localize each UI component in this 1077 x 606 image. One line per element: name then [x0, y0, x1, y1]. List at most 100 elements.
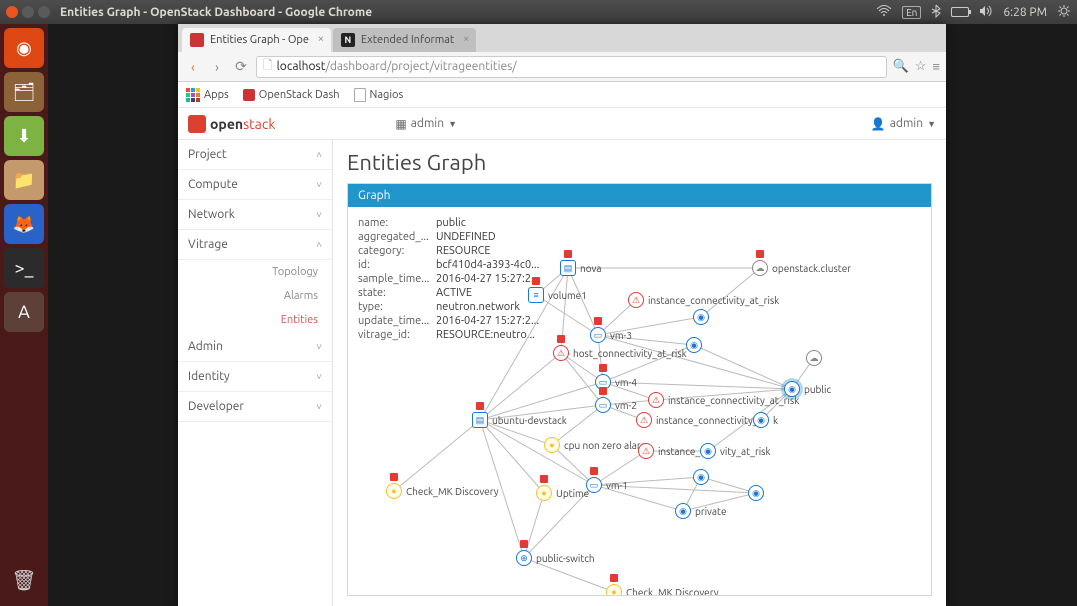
graph-node[interactable]: ☁ — [806, 350, 822, 366]
launcher-app-icon[interactable]: A — [4, 292, 44, 332]
graph-node[interactable]: ▤ubuntu-devstack — [472, 412, 567, 428]
chrome-menu-icon[interactable]: ≡ — [932, 59, 940, 74]
bluetooth-icon[interactable] — [931, 4, 941, 21]
wifi-icon[interactable] — [876, 5, 892, 20]
launcher-app-icon[interactable]: 📁 — [4, 160, 44, 200]
graph-node[interactable]: ⚠instance_connectivity_at_risk — [628, 292, 779, 308]
sidebar-section-label: Vitrage — [188, 238, 228, 251]
graph-node[interactable]: ⚠instance_connectivity_e — [636, 412, 763, 428]
battery-icon[interactable] — [951, 7, 969, 17]
sidebar-section[interactable]: Vitrage˄ — [178, 230, 332, 260]
browser-tab[interactable]: Entities Graph - Ope × — [182, 28, 331, 52]
alert-badge-icon — [557, 335, 565, 343]
graph-panel: Graph name:publicaggregated_...UNDEFINED… — [347, 183, 932, 596]
sidebar-item[interactable]: Entities — [178, 308, 332, 332]
graph-node[interactable]: ◉vity_at_risk — [700, 443, 771, 459]
alert-badge-icon — [599, 387, 607, 395]
graph-node[interactable]: ◉private — [675, 503, 727, 519]
launcher-app-icon[interactable]: ⬇ — [4, 116, 44, 156]
apps-label: Apps — [204, 89, 229, 101]
graph-node[interactable]: ●cpu non zero alarm — [544, 437, 649, 453]
ubuntu-launcher: ◉ 🗂 ⬇ 📁 🦊 >_ A 🗑 — [0, 24, 48, 606]
sidebar-section[interactable]: Identity˅ — [178, 362, 332, 392]
graph-node[interactable]: ⚠instance_connectivity_at_risk — [648, 392, 799, 408]
reload-button[interactable]: ⟳ — [232, 58, 250, 76]
window-maximize-icon[interactable] — [38, 6, 50, 18]
graph-node[interactable]: ◉ — [693, 469, 709, 485]
sidebar-item[interactable]: Topology — [178, 260, 332, 284]
user-menu[interactable]: 👤 admin ▼ — [871, 117, 936, 131]
launcher-terminal-icon[interactable]: >_ — [4, 248, 44, 288]
graph-node[interactable]: ●Uptime — [536, 485, 589, 501]
chrome-window: Entities Graph - Ope × N Extended Inform… — [178, 24, 946, 606]
launcher-files-icon[interactable]: 🗂 — [4, 72, 44, 112]
volume-icon[interactable] — [979, 5, 993, 20]
bookmark-item[interactable]: OpenStack Dash — [243, 89, 340, 101]
graph-node[interactable]: ◉public — [784, 381, 831, 397]
node-label: openstack.cluster — [772, 263, 851, 274]
node-alarm-icon: ⚠ — [638, 443, 654, 459]
openstack-logo[interactable]: openstack — [188, 115, 275, 133]
graph-node[interactable]: ▭vm-2 — [595, 397, 637, 413]
window-minimize-icon[interactable] — [22, 6, 34, 18]
browser-tab[interactable]: N Extended Informat × — [333, 28, 476, 52]
sidebar-item[interactable]: Alarms — [178, 284, 332, 308]
entities-graph[interactable]: ▤nova☁openstack.cluster≡volume1⚠instance… — [348, 207, 931, 595]
graph-node[interactable]: ◉k — [753, 412, 778, 428]
tab-title: Entities Graph - Ope — [210, 34, 309, 46]
graph-node[interactable]: ◉ — [686, 337, 702, 353]
graph-node[interactable]: ●Check_MK Discovery — [386, 483, 499, 499]
node-label: vm-4 — [615, 377, 637, 388]
keyboard-lang-indicator[interactable]: En — [902, 6, 921, 19]
graph-node[interactable]: ☁openstack.cluster — [752, 260, 851, 276]
bookmark-item[interactable]: Nagios — [354, 88, 404, 102]
alert-badge-icon — [756, 250, 764, 258]
apps-grid-icon — [186, 88, 200, 102]
node-label: Uptime — [556, 488, 589, 499]
graph-node[interactable]: ⚠host_connectivity_at_risk — [553, 345, 687, 361]
node-vm-icon: ▭ — [595, 397, 611, 413]
openstack-logo-icon — [188, 115, 206, 133]
graph-node[interactable]: ▤nova — [560, 260, 602, 276]
launcher-ubuntu-icon[interactable]: ◉ — [4, 28, 44, 68]
node-label: cpu non zero alarm — [564, 440, 649, 451]
window-close-icon[interactable] — [6, 6, 18, 18]
node-label: vity_at_risk — [720, 446, 771, 457]
project-selector[interactable]: ▦ admin ▼ — [395, 117, 457, 131]
graph-node[interactable]: ●Check_MK Discovery — [606, 584, 719, 596]
forward-button[interactable]: › — [208, 58, 226, 76]
launcher-trash-icon[interactable]: 🗑 — [4, 560, 44, 600]
clock[interactable]: 6:28 PM — [1003, 6, 1047, 19]
back-button[interactable]: ‹ — [184, 58, 202, 76]
sidebar-section[interactable]: Network˅ — [178, 200, 332, 230]
openstack-header: openstack ▦ admin ▼ 👤 admin ▼ — [178, 108, 946, 140]
url-path: /dashboard/project/vitrageentities/ — [325, 60, 516, 73]
user-icon: 👤 — [871, 117, 886, 131]
sidebar-section[interactable]: Compute ˅ — [178, 170, 332, 200]
address-bar[interactable]: 🗋 localhost/dashboard/project/vitrageent… — [256, 56, 887, 78]
panel-body: name:publicaggregated_...UNDEFINEDcatego… — [348, 207, 931, 595]
graph-edge — [480, 353, 561, 420]
tab-close-icon[interactable]: × — [315, 33, 327, 45]
tab-close-icon[interactable]: × — [460, 33, 472, 45]
ubuntu-top-panel: Entities Graph - OpenStack Dashboard - G… — [0, 0, 1077, 24]
bookmark-star-icon[interactable]: ☆ — [915, 59, 927, 74]
gear-icon[interactable] — [1057, 4, 1071, 21]
sidebar-section[interactable]: Developer˅ — [178, 392, 332, 422]
apps-shortcut[interactable]: Apps — [186, 88, 229, 102]
launcher-firefox-icon[interactable]: 🦊 — [4, 204, 44, 244]
graph-node[interactable]: ◉ — [748, 485, 764, 501]
sidebar-section[interactable]: Project˄ — [178, 140, 332, 170]
search-icon[interactable]: 🔍 — [893, 59, 909, 74]
node-net-icon: ◉ — [748, 485, 764, 501]
graph-node[interactable]: ▭vm-1 — [586, 477, 628, 493]
sidebar-section[interactable]: Admin˅ — [178, 332, 332, 362]
graph-node[interactable]: ▭vm-3 — [590, 327, 632, 343]
graph-node[interactable]: ⊕public-switch — [516, 550, 595, 566]
node-check-icon: ● — [606, 584, 622, 596]
sidebar-section-label: Compute — [188, 178, 238, 191]
graph-node[interactable]: ≡volume1 — [528, 287, 587, 303]
graph-node[interactable]: ◉ — [693, 309, 709, 325]
chevron-icon: ˅ — [316, 179, 322, 191]
bookmark-label: Nagios — [370, 89, 404, 101]
